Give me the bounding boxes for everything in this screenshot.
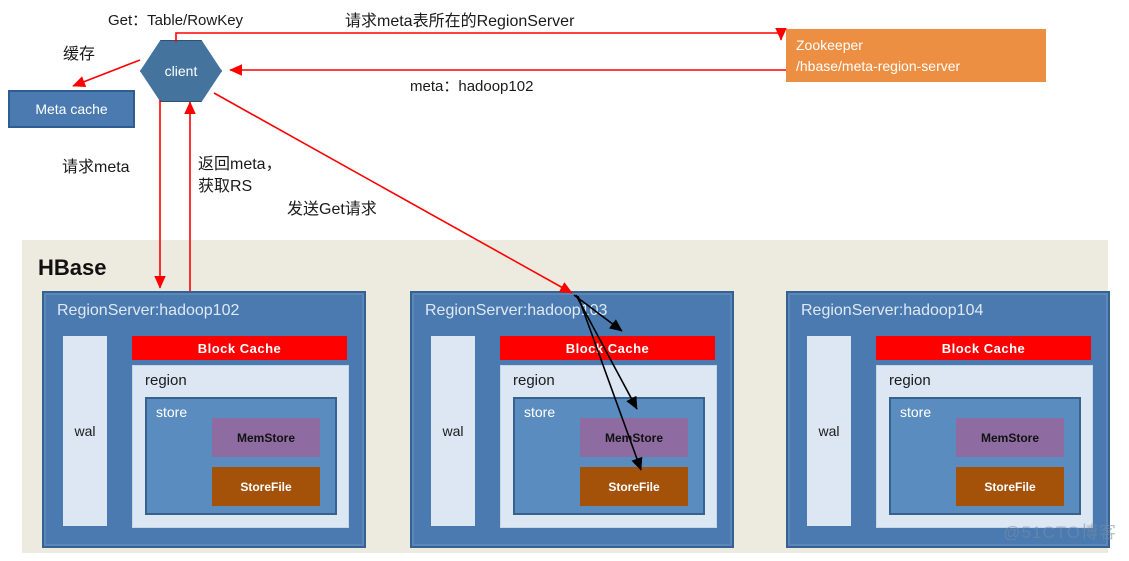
wal-label: wal bbox=[74, 423, 96, 439]
block-cache-label: Block Cache bbox=[197, 340, 282, 356]
label-return-meta-line1: 返回meta， bbox=[198, 156, 282, 173]
block-cache-box: Block Cache bbox=[876, 336, 1091, 360]
label-get-request: Get：Table/RowKey bbox=[108, 12, 244, 29]
regionserver-hadoop102: RegionServer:hadoop102 wal Block Cache r… bbox=[42, 291, 366, 548]
wal-label: wal bbox=[818, 423, 840, 439]
hbase-read-flow-diagram: HBase RegionServer:hadoop102 wal Block C… bbox=[0, 0, 1129, 561]
label-cache: 缓存 bbox=[63, 46, 96, 63]
zookeeper-node: Zookeeper /hbase/meta-region-server bbox=[786, 29, 1046, 82]
memstore-box: MemStore bbox=[956, 418, 1064, 457]
store-label: store bbox=[156, 404, 188, 420]
wal-box: wal bbox=[431, 336, 475, 526]
regionserver-hadoop103: RegionServer:hadoop103 wal Block Cache r… bbox=[410, 291, 734, 548]
memstore-label: MemStore bbox=[604, 430, 663, 445]
region-box: region store MemStore StoreFile bbox=[132, 365, 349, 528]
label-request-meta-regionserver: 请求meta表所在的RegionServer bbox=[345, 13, 575, 30]
block-cache-box: Block Cache bbox=[132, 336, 347, 360]
storefile-label: StoreFile bbox=[240, 479, 292, 494]
client-node: client bbox=[140, 40, 222, 102]
memstore-box: MemStore bbox=[212, 418, 320, 457]
client-label: client bbox=[164, 63, 198, 79]
store-label: store bbox=[900, 404, 932, 420]
region-label: region bbox=[889, 372, 931, 389]
storefile-box: StoreFile bbox=[580, 467, 688, 506]
arrow-client-to-zookeeper bbox=[175, 28, 787, 42]
region-box: region store MemStore StoreFile bbox=[876, 365, 1093, 528]
region-box: region store MemStore StoreFile bbox=[500, 365, 717, 528]
memstore-label: MemStore bbox=[980, 430, 1039, 445]
store-label: store bbox=[524, 404, 556, 420]
label-request-meta: 请求meta bbox=[62, 159, 130, 176]
wal-box: wal bbox=[807, 336, 851, 526]
store-box: store MemStore StoreFile bbox=[145, 397, 337, 515]
storefile-label: StoreFile bbox=[608, 479, 660, 494]
wal-label: wal bbox=[442, 423, 464, 439]
regionserver-hadoop104: RegionServer:hadoop104 wal Block Cache r… bbox=[786, 291, 1110, 548]
label-meta-hadoop102: meta：hadoop102 bbox=[410, 78, 534, 95]
storefile-label: StoreFile bbox=[984, 479, 1036, 494]
wal-box: wal bbox=[63, 336, 107, 526]
memstore-label: MemStore bbox=[236, 430, 295, 445]
storefile-box: StoreFile bbox=[212, 467, 320, 506]
block-cache-label: Block Cache bbox=[565, 340, 650, 356]
zookeeper-name: Zookeeper bbox=[796, 37, 863, 54]
region-label: region bbox=[513, 372, 555, 389]
block-cache-label: Block Cache bbox=[941, 340, 1026, 356]
store-box: store MemStore StoreFile bbox=[889, 397, 1081, 515]
region-label: region bbox=[145, 372, 187, 389]
memstore-box: MemStore bbox=[580, 418, 688, 457]
store-box: store MemStore StoreFile bbox=[513, 397, 705, 515]
zookeeper-znode-path: /hbase/meta-region-server bbox=[796, 57, 961, 74]
meta-cache-label: Meta cache bbox=[35, 101, 108, 117]
regionserver-title: RegionServer:hadoop102 bbox=[57, 302, 240, 319]
regionserver-title: RegionServer:hadoop104 bbox=[801, 302, 984, 319]
label-send-get-request: 发送Get请求 bbox=[287, 201, 377, 218]
meta-cache-node: Meta cache bbox=[8, 90, 135, 128]
label-return-meta-line2: 获取RS bbox=[198, 178, 253, 195]
watermark: @51CTO博客 bbox=[1003, 523, 1117, 542]
hbase-title: HBase bbox=[38, 255, 107, 280]
block-cache-box: Block Cache bbox=[500, 336, 715, 360]
regionserver-title: RegionServer:hadoop103 bbox=[425, 302, 608, 319]
storefile-box: StoreFile bbox=[956, 467, 1064, 506]
